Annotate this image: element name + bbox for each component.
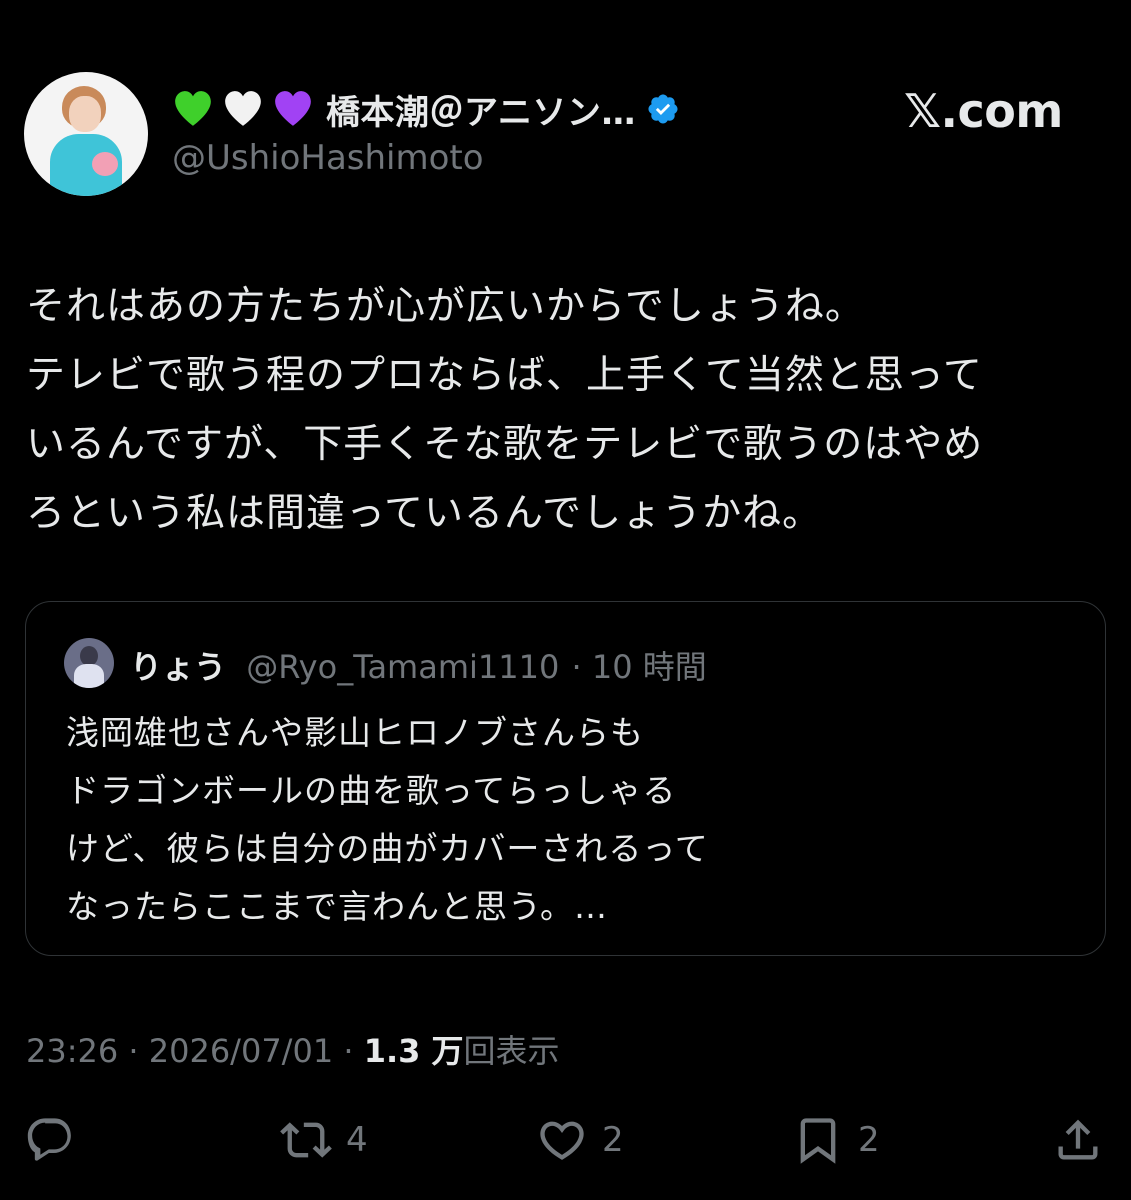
tweet-meta: 23:26 · 2026/07/01 · 1.3 万回表示 bbox=[26, 1026, 560, 1072]
bookmark-icon bbox=[800, 1118, 836, 1164]
tweet-line: それはあの方たちが心が広いからでしょうね。 bbox=[26, 284, 865, 329]
green-heart-icon bbox=[175, 91, 211, 126]
share-button[interactable] bbox=[1052, 1110, 1104, 1170]
white-heart-icon bbox=[225, 91, 261, 126]
retweet-icon bbox=[280, 1122, 332, 1158]
reply-icon bbox=[27, 1118, 71, 1161]
reply-button[interactable] bbox=[24, 1110, 90, 1170]
tweet-line: テレビで歌う程のプロならば、上手くて当然と思って bbox=[26, 353, 983, 398]
retweet-button[interactable]: 4 bbox=[280, 1110, 368, 1170]
heart-icon bbox=[540, 1121, 584, 1160]
share-icon bbox=[1058, 1119, 1098, 1160]
quoted-line: ドラゴンボールの曲を歌ってらっしゃる bbox=[66, 771, 677, 810]
tweet-line: ろという私は間違っているんでしょうかね。 bbox=[26, 491, 823, 536]
quoted-header: りょう @Ryo_Tamami1110 · 10 時間 bbox=[130, 642, 707, 688]
bookmark-button[interactable]: 2 bbox=[792, 1110, 880, 1170]
bookmark-count: 2 bbox=[858, 1120, 880, 1160]
like-count: 2 bbox=[602, 1120, 624, 1160]
tweet-line: いるんですが、下手くそな歌をテレビで歌うのはやめ bbox=[26, 422, 984, 467]
author-name-row[interactable]: 橋本潮＠アニソン… bbox=[172, 84, 680, 134]
retweet-count: 4 bbox=[346, 1120, 368, 1160]
tweet-text: それはあの方たちが心が広いからでしょうね。 テレビで歌う程のプロならば、上手くて… bbox=[26, 272, 1106, 548]
quoted-author-handle[interactable]: @Ryo_Tamami1110 bbox=[246, 648, 559, 686]
avatar-flower bbox=[92, 152, 118, 176]
avatar-face bbox=[69, 96, 101, 132]
quoted-text: 浅岡雄也さんや影山ヒロノブさんらも ドラゴンボールの曲を歌ってらっしゃる けど、… bbox=[66, 704, 709, 936]
x-brand-logo: 𝕏.com bbox=[904, 84, 1063, 138]
quoted-author-name[interactable]: りょう bbox=[130, 648, 226, 686]
quoted-author-avatar[interactable] bbox=[64, 638, 114, 688]
view-label: 回表示 bbox=[463, 1032, 560, 1070]
quoted-line: けど、彼らは自分の曲がカバーされるって bbox=[66, 829, 709, 868]
tweet-timestamp[interactable]: 23:26 · 2026/07/01 · bbox=[26, 1032, 364, 1070]
verified-badge-icon bbox=[648, 94, 678, 124]
quoted-tweet-card[interactable]: りょう @Ryo_Tamami1110 · 10 時間 浅岡雄也さんや影山ヒロノ… bbox=[25, 601, 1106, 956]
quoted-line: 浅岡雄也さんや影山ヒロノブさんらも bbox=[66, 713, 644, 752]
purple-heart-icon bbox=[275, 91, 311, 126]
quoted-avatar-head bbox=[80, 646, 98, 666]
view-count: 1.3 万 bbox=[363, 1032, 464, 1070]
quoted-line: なったらここまで言わんと思う。… bbox=[66, 887, 609, 926]
quoted-timestamp: · 10 時間 bbox=[571, 648, 707, 686]
quoted-avatar-body bbox=[74, 664, 104, 688]
like-button[interactable]: 2 bbox=[536, 1110, 624, 1170]
action-bar: 4 2 2 bbox=[0, 1110, 1131, 1170]
author-handle[interactable]: @UshioHashimoto bbox=[172, 138, 484, 178]
author-avatar[interactable] bbox=[24, 72, 148, 196]
author-display-name[interactable]: 橋本潮＠アニソン… bbox=[326, 85, 636, 134]
